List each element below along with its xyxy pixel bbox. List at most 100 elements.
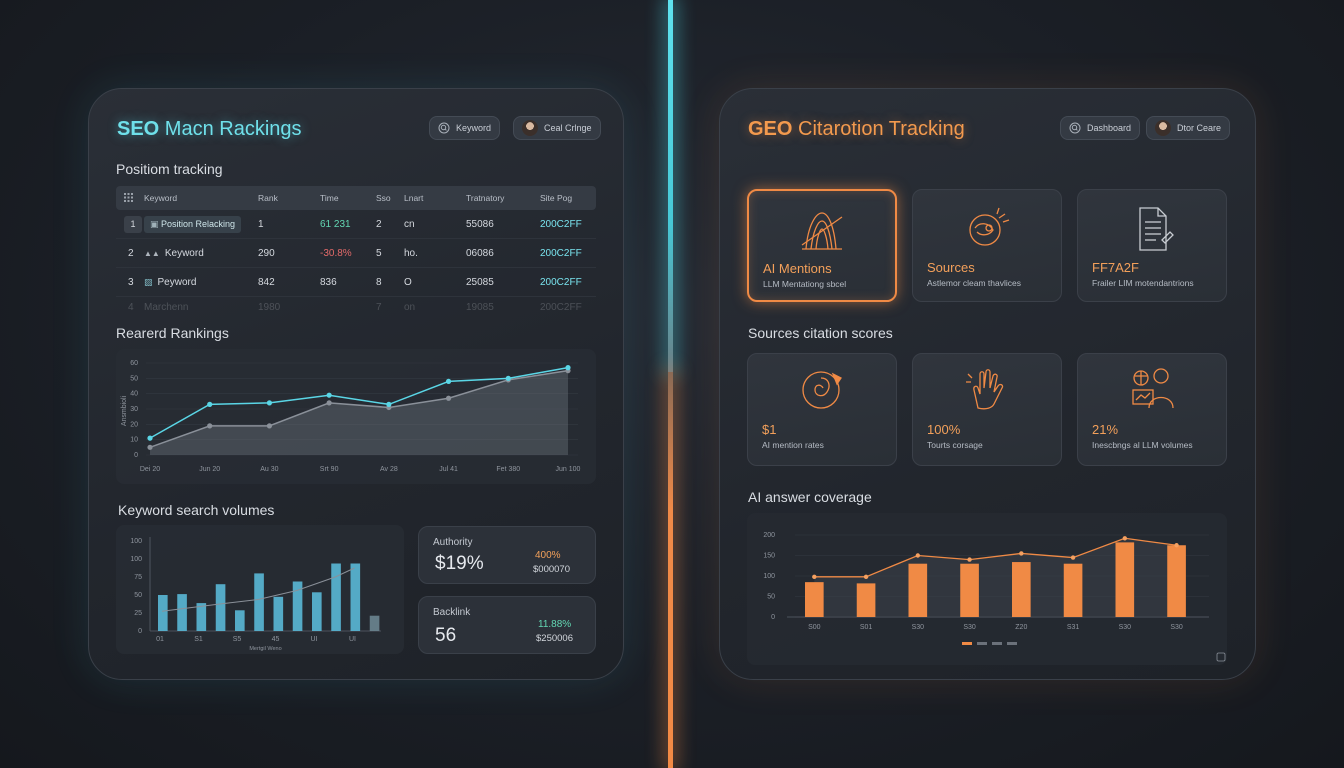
y-tick-label: 150	[763, 553, 775, 560]
col-header[interactable]: Tratnatory	[466, 193, 540, 203]
table-row[interactable]: 3 ▨ Peyword 842 836 8 O 25085 200C2FF	[116, 268, 596, 297]
ai-mentions-card[interactable]: AI Mentions LLM Mentationg sbcel	[747, 189, 897, 302]
data-point	[266, 423, 273, 429]
backlink-card[interactable]: Backlink 56 11.88% $250006	[418, 596, 596, 654]
x-tick-label: 45	[272, 636, 280, 643]
volume-bar-chart: 0 25 50 75 100 100 01 S1 S5 45 UI UI Mertgil Weno	[130, 537, 381, 652]
data-point	[445, 395, 452, 401]
legend-swatch	[992, 642, 1002, 645]
tratnatory-cell: 19085	[466, 301, 494, 313]
geo-title: GEO Citarotion Tracking	[748, 118, 965, 141]
col-header[interactable]: Rank	[258, 193, 320, 203]
tratnatory-cell: 06086	[466, 247, 494, 259]
x-tick-label: S31	[1067, 624, 1080, 631]
col-header[interactable]: Time	[320, 193, 376, 203]
x-tick-label: S01	[860, 624, 873, 631]
data-point	[147, 444, 153, 450]
table-row[interactable]: 4 Marchenn 1980 7 on 19085 200C2FF	[116, 297, 596, 317]
y-tick-label: 100	[130, 556, 142, 563]
col-header[interactable]: Site Pog	[540, 193, 596, 203]
coverage-bar	[805, 582, 824, 617]
dashboard-pill[interactable]: Dashboard	[1060, 116, 1141, 140]
user-pill[interactable]: Ceal Crlnge	[513, 116, 601, 140]
sso-cell: 7	[376, 301, 382, 313]
x-tick-label: Dei 20	[140, 466, 160, 473]
x-tick-label: S5	[233, 636, 242, 643]
keyword-volumes-label: Keyword search volumes	[118, 502, 275, 518]
col-header[interactable]: Lnart	[404, 193, 466, 203]
y-tick-label: 100	[763, 573, 775, 580]
volume-bar	[273, 596, 284, 631]
y-tick-label: 10	[130, 437, 138, 444]
mention-rate-card[interactable]: $1 AI mention rates	[747, 353, 897, 466]
grid-icon	[116, 192, 144, 204]
geo-panel: GEO Citarotion Tracking Dashboard Dtor C…	[719, 88, 1256, 680]
coverage-bar	[908, 563, 928, 617]
table-row[interactable]: 1 ▣ Position Relacking 1 61 231 2 cn 550…	[116, 210, 596, 239]
sso-cell: 5	[376, 247, 382, 259]
y-tick-label: 20	[130, 421, 138, 428]
volume-bar	[369, 615, 380, 631]
data-point	[266, 400, 273, 406]
tratnatory-cell: 55086	[466, 218, 494, 230]
x-tick-label: S30	[1119, 624, 1132, 631]
user-pill[interactable]: Dtor Ceare	[1146, 116, 1231, 140]
coverage-card[interactable]: 100% Tourts corsage	[912, 353, 1062, 466]
rank-cell: 290	[258, 247, 275, 259]
volume-bar	[350, 563, 361, 631]
volume-bar	[177, 594, 187, 631]
volume-bar	[254, 573, 264, 631]
coverage-bar	[960, 563, 979, 617]
coverage-bar	[1115, 542, 1135, 617]
seo-title-bold: SEO	[117, 118, 160, 140]
ff7a2f-card[interactable]: FF7A2F Frailer LIM motendantrions	[1077, 189, 1227, 302]
tratnatory-cell: 25085	[466, 276, 494, 288]
sources-title: Sources	[927, 260, 975, 275]
row-number: 4	[128, 301, 134, 313]
y-tick-label: 40	[130, 391, 138, 398]
y-tick-label: 0	[134, 452, 138, 459]
x-tick-label: Av 28	[380, 466, 398, 473]
y-tick-label: 100	[130, 538, 142, 545]
data-point	[565, 365, 571, 371]
x-tick-label: 01	[156, 636, 164, 643]
coverage-point	[1019, 551, 1024, 556]
sources-card[interactable]: Sources Astlemor cleam thavlices	[912, 189, 1062, 302]
keyword-chip: ▣ Position Relacking	[144, 215, 242, 233]
col-header[interactable]: Keyword	[144, 193, 258, 203]
mention-rate-value: $1	[762, 422, 777, 437]
x-tick-label: Jul 41	[439, 466, 458, 473]
y-tick-label: 50	[134, 592, 142, 599]
coverage-bar	[1167, 545, 1186, 617]
x-tick-label: S30	[912, 624, 925, 631]
authority-card[interactable]: Authority $19% 400% $000070	[418, 526, 596, 584]
row-number: 3	[128, 276, 134, 288]
x-axis-label: Mertgil Weno	[249, 646, 281, 652]
divider-cyan	[668, 0, 673, 372]
backlink-amount: $250006	[536, 633, 573, 644]
backlink-label: Backlink	[433, 607, 471, 618]
table-header: Keyword Rank Time Sso Lnart Tratnatory S…	[116, 186, 596, 210]
x-tick-label: Jun 100	[556, 466, 581, 473]
coverage-point	[1070, 555, 1076, 560]
brain-icon	[969, 207, 1010, 246]
site-cell: 200C2FF	[540, 218, 582, 230]
col-header[interactable]: Sso	[376, 193, 404, 203]
coverage-bar	[1063, 563, 1083, 617]
y-tick-label: 200	[763, 532, 775, 539]
citation-label: Sources citation scores	[748, 325, 893, 341]
data-point	[445, 378, 452, 384]
table-row[interactable]: 2 ▲▲ Keyword 290 -30.8% 5 ho. 06086 200C2…	[116, 239, 596, 268]
y-tick-label: 30	[130, 406, 138, 413]
llm-volume-card[interactable]: 21% Inescbngs al LLM volumes	[1077, 353, 1227, 466]
volume-bar	[196, 603, 207, 631]
keyword-search-pill[interactable]: Keyword	[429, 116, 501, 140]
rank-cell: 1	[258, 218, 264, 230]
avatar	[1155, 120, 1171, 136]
coverage-sub: Tourts corsage	[927, 440, 983, 450]
coverage-point	[915, 553, 921, 558]
data-point	[505, 375, 511, 381]
backlink-value: 56	[435, 625, 457, 646]
legend-swatch	[1007, 642, 1017, 645]
data-point	[147, 435, 153, 441]
